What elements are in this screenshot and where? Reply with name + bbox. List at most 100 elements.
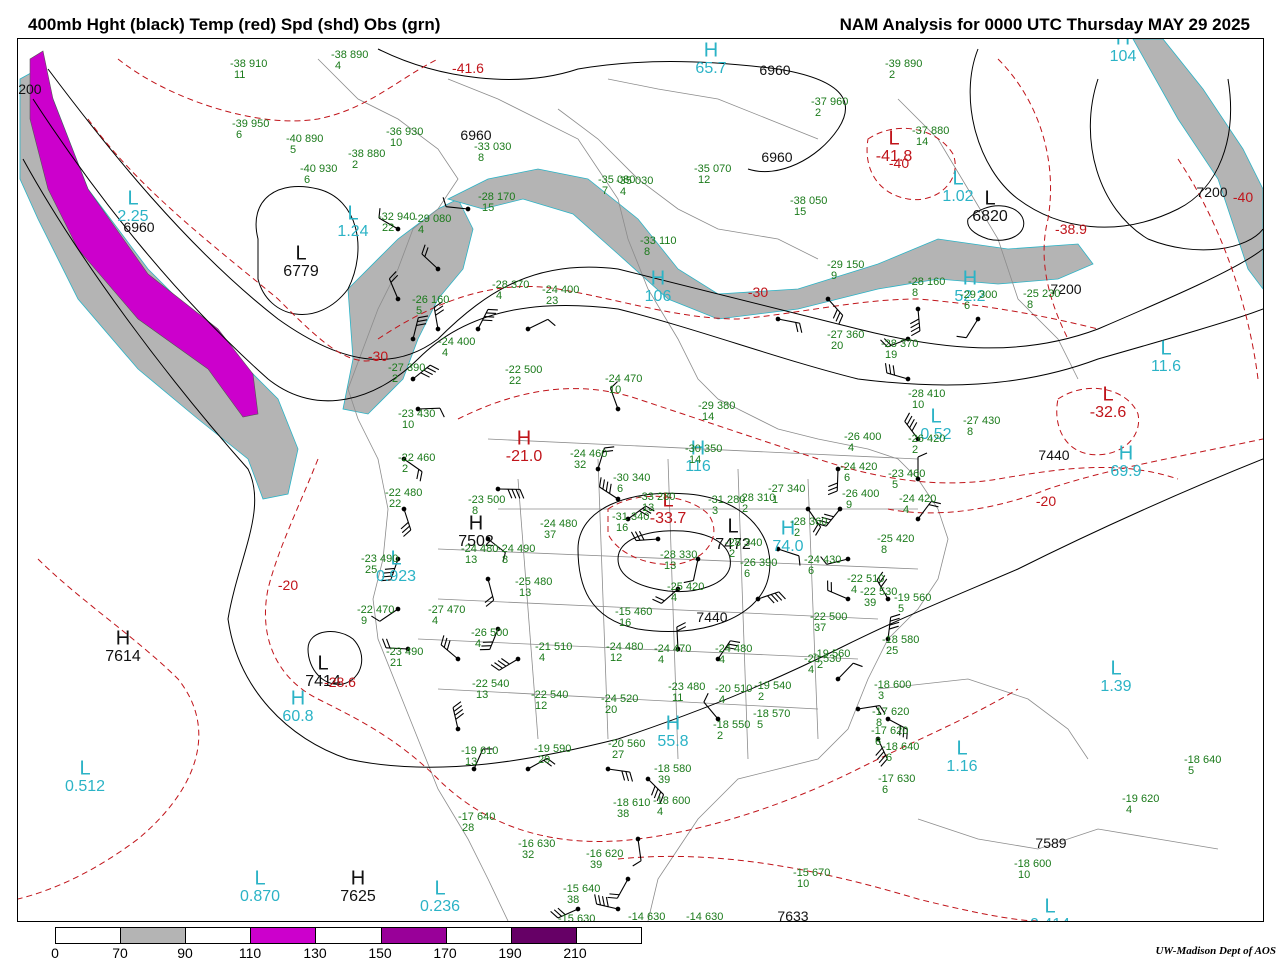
obs-temp: -14 (686, 911, 702, 922)
obs-dewpoint-depression: 12 (694, 174, 710, 186)
obs-dewpoint-depression: 16 (612, 522, 628, 534)
station-obs: -28 3704 (492, 280, 529, 302)
obs-height: 560 (624, 738, 645, 750)
station-obs: -27 3401 (768, 484, 805, 506)
obs-dewpoint-depression: 22 (505, 375, 521, 387)
obs-dewpoint-depression: 4 (492, 290, 502, 302)
station-obs: -28 3602 (790, 517, 827, 539)
obs-dewpoint-depression: 4 (715, 654, 725, 666)
obs-height: 080 (430, 213, 451, 225)
center-value: 0.512 (65, 778, 105, 796)
center-value: 6779 (283, 263, 319, 281)
station-obs: -20 56027 (608, 739, 645, 761)
station-obs: -22 4709 (357, 605, 394, 627)
station-obs: -35 0304 (616, 176, 653, 198)
obs-height: 390 (404, 362, 425, 374)
legend-cell-130-150 (316, 928, 381, 943)
center-value: -21.0 (506, 448, 542, 466)
obs-dewpoint-depression: 6 (882, 752, 892, 764)
obs-dewpoint-depression: 12 (606, 652, 622, 664)
obs-height: 430 (979, 415, 1000, 427)
obs-height: 340 (628, 511, 649, 523)
obs-height: 630 (644, 911, 665, 922)
station-obs: -26 3906 (740, 558, 777, 580)
obs-height: 490 (377, 553, 398, 565)
center-value: 0.414 (1030, 916, 1070, 922)
obs-height: 420 (683, 581, 704, 593)
credit: UW-Madison Dept of AOS (1155, 945, 1276, 957)
station-obs: -24 47010 (605, 374, 642, 396)
obs-height: 370 (508, 279, 529, 291)
obs-height: 380 (714, 400, 735, 412)
obs-height: 670 (809, 867, 830, 879)
obs-height: 230 (1039, 288, 1060, 300)
obs-dewpoint-depression: 13 (515, 587, 531, 599)
obs-dewpoint-depression: 13 (660, 560, 676, 572)
obs-height: 570 (769, 708, 790, 720)
center-value: 7614 (105, 648, 141, 666)
obs-height: 610 (629, 797, 650, 809)
station-obs: -18 6406 (882, 742, 919, 764)
station-obs: -17 64028 (458, 812, 495, 834)
obs-height: 420 (856, 461, 877, 473)
center-value: 55.8 (657, 733, 688, 751)
obs-height: 420 (915, 493, 936, 505)
obs-dewpoint-depression: 4 (844, 442, 854, 454)
obs-height: 540 (488, 678, 509, 690)
obs-height: 430 (414, 408, 435, 420)
station-obs: -27 36020 (827, 330, 864, 352)
obs-height: 470 (621, 373, 642, 385)
center-value: 0.236 (420, 898, 460, 916)
legend-cell-150-170 (382, 928, 447, 943)
obs-height: 480 (401, 487, 422, 499)
obs-dewpoint-depression: 14 (698, 411, 714, 423)
obs-dewpoint-depression: 2 (348, 159, 358, 171)
obs-dewpoint-depression: 4 (331, 60, 341, 72)
station-obs: -23 4605 (888, 469, 925, 491)
station-obs: -37 88014 (912, 126, 949, 148)
contour-label: 7589 (1035, 835, 1066, 851)
station-obs: -20 5104 (715, 684, 752, 706)
contour-label: -28.6 (324, 674, 356, 690)
weather-map: H7614L6779L7414H7625H7502L7472L6820H-21.… (17, 38, 1264, 922)
obs-height: 420 (924, 433, 945, 445)
station-obs: -25 48013 (515, 577, 552, 599)
station-obs: -32 94022 (378, 212, 415, 234)
obs-dewpoint-depression: 4 (847, 584, 857, 596)
obs-dewpoint-depression: 11 (230, 69, 245, 81)
obs-dewpoint-depression: 6 (804, 565, 814, 577)
obs-height: 460 (631, 606, 652, 618)
legend-cell-210 (577, 928, 641, 943)
station-obs: -22 48022 (385, 488, 422, 510)
legend-tick-label: 130 (303, 945, 326, 961)
station-obs: -18 6003 (874, 680, 911, 702)
obs-dewpoint-depression: 6 (613, 483, 623, 495)
obs-height: 510 (863, 573, 884, 585)
station-obs: -23 48011 (668, 682, 705, 704)
station-obs: -19 59029 (534, 744, 571, 766)
station-obs: -24 4306 (804, 555, 841, 577)
center-value: 106 (645, 288, 672, 306)
obs-dewpoint-depression: 1 (768, 494, 778, 506)
obs-dewpoint-depression: 8 (1023, 299, 1033, 311)
obs-height: 110 (656, 235, 677, 247)
obs-height: 630 (702, 911, 723, 922)
obs-height: 480 (477, 543, 498, 555)
station-obs: -22 50037 (810, 612, 847, 634)
station-obs: -25 4208 (877, 534, 914, 556)
obs-dewpoint-depression: 37 (810, 622, 826, 634)
obs-dewpoint-depression: 37 (540, 529, 556, 541)
obs-height: 640 (579, 883, 600, 895)
station-obs: -18 6405 (1184, 755, 1221, 777)
obs-dewpoint-depression: 38 (563, 894, 579, 906)
contour-label: 7440 (1038, 447, 1069, 463)
obs-dewpoint-depression: 14 (912, 136, 928, 148)
credit-org: UW-Madison (1155, 945, 1216, 957)
obs-height: 170 (494, 191, 515, 203)
center-value: -32.6 (1090, 404, 1126, 422)
wind-barb (479, 577, 497, 607)
obs-height: 370 (897, 338, 918, 350)
station-obs: -24 52020 (601, 694, 638, 716)
contour-label: -20 (1036, 493, 1056, 509)
obs-height: 510 (731, 683, 752, 695)
